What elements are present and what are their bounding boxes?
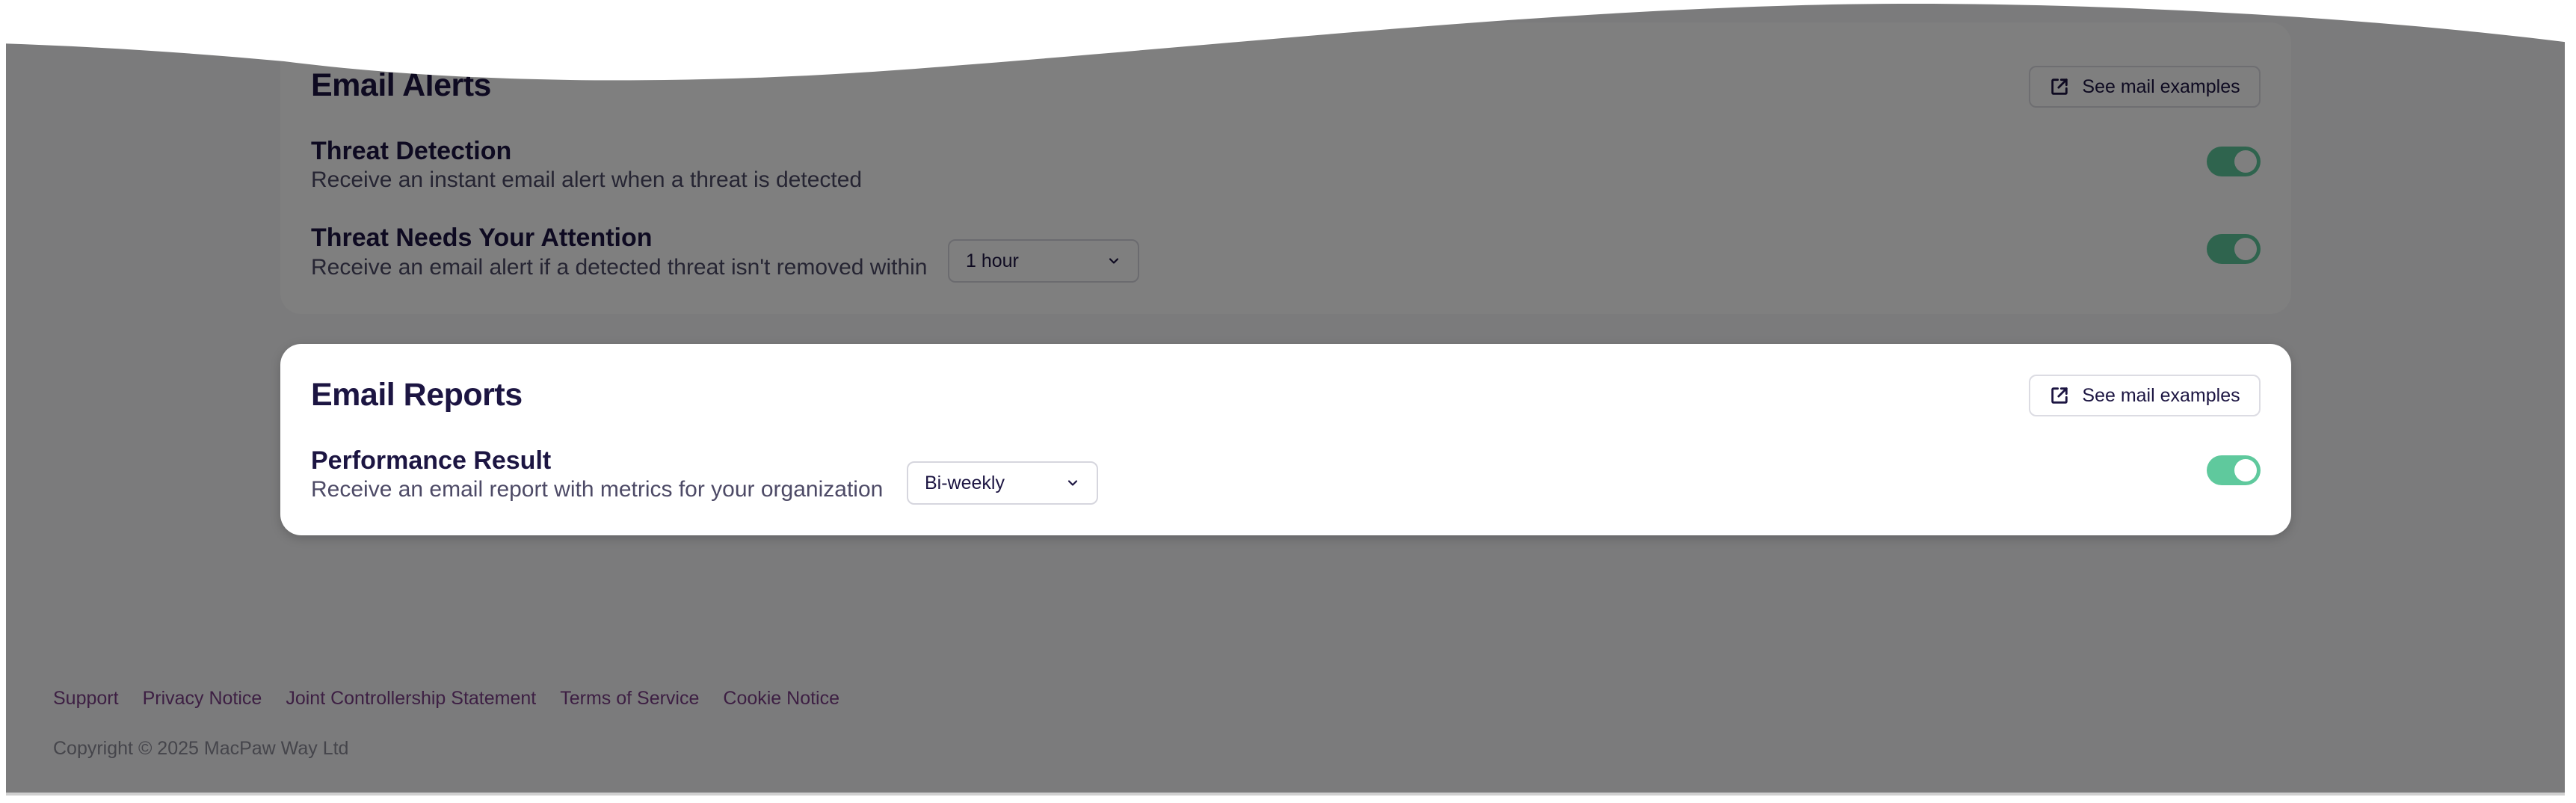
footer-link-cookie-notice[interactable]: Cookie Notice (723, 688, 839, 710)
footer-link-privacy-notice[interactable]: Privacy Notice (143, 688, 262, 710)
page: Email Alerts See mail examples Threat De… (6, 0, 2565, 793)
footer-copyright: Copyright © 2025 MacPaw Way Ltd (53, 738, 349, 759)
email-reports-card: Email Reports See mail examples Performa… (280, 344, 2291, 535)
threat-detection-title: Threat Detection (311, 137, 512, 165)
threat-attention-duration-value: 1 hour (966, 250, 1019, 271)
external-link-icon (2051, 387, 2068, 404)
threat-attention-description: Receive an email alert if a detected thr… (311, 255, 928, 280)
email-reports-title: Email Reports (311, 377, 523, 413)
performance-result-toggle[interactable] (2207, 455, 2261, 485)
performance-result-description: Receive an email report with metrics for… (311, 477, 884, 502)
toggle-knob (2234, 150, 2257, 173)
torn-edge-wave (0, 0, 2576, 81)
footer-link-support[interactable]: Support (53, 688, 119, 710)
footer-links: Support Privacy Notice Joint Controllers… (53, 688, 839, 710)
threat-attention-toggle[interactable] (2207, 234, 2261, 264)
chevron-down-icon (1067, 480, 1078, 486)
performance-frequency-select[interactable]: Bi-weekly (907, 461, 1098, 505)
chevron-down-icon (1109, 258, 1119, 264)
threat-detection-toggle[interactable] (2207, 147, 2261, 176)
threat-attention-title: Threat Needs Your Attention (311, 224, 653, 252)
performance-frequency-value: Bi-weekly (925, 472, 1005, 493)
toggle-knob (2234, 459, 2257, 482)
page-bottom-edge (6, 793, 2565, 796)
toggle-knob (2234, 238, 2257, 260)
threat-attention-duration-select[interactable]: 1 hour (948, 239, 1139, 283)
email-reports-see-examples-button[interactable]: See mail examples (2029, 375, 2261, 416)
email-reports-see-examples-label: See mail examples (2082, 384, 2240, 406)
performance-result-title: Performance Result (311, 446, 552, 475)
threat-detection-description: Receive an instant email alert when a th… (311, 167, 863, 192)
footer-link-joint-controllership[interactable]: Joint Controllership Statement (286, 688, 536, 710)
footer-link-terms-of-service[interactable]: Terms of Service (560, 688, 699, 710)
